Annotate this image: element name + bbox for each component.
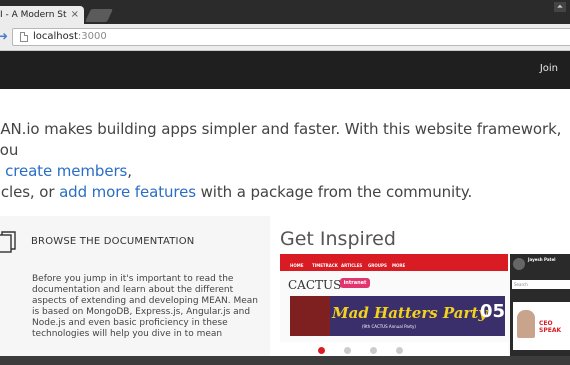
browser-tab-strip: I - A Modern St × ⏶ (0, 0, 570, 24)
ceo-photo (517, 310, 535, 338)
new-tab-button[interactable] (84, 9, 114, 22)
documentation-panel: BROWSE THE DOCUMENTATION Before you jump… (0, 216, 270, 356)
screenshot-avatar (513, 258, 525, 270)
hat-icon (290, 296, 330, 336)
intro-line-3-prefix: ticles, or (0, 183, 55, 201)
page-icon (20, 32, 28, 42)
grey-dot-icon (344, 347, 351, 354)
screenshot-search: Search (512, 280, 570, 289)
screenshot-nav-item: ARTICLES (341, 263, 363, 268)
window-control-icon[interactable]: ⏶ (554, 2, 566, 12)
banner-title: Mad Hatters Party (332, 304, 488, 322)
add-features-link[interactable]: add more features (59, 183, 196, 201)
intro-line-3-suffix: with a package from the community. (195, 183, 473, 201)
browser-toolbar: ➜ localhost:3000 (0, 24, 570, 51)
grey-dot-icon (396, 347, 403, 354)
ceo-label: CEO SPEAK (539, 320, 562, 334)
inspire-title: Get Inspired (280, 228, 396, 250)
screenshot-brand: CACTUS (288, 278, 342, 292)
tab-title: I - A Modern St (0, 10, 67, 20)
red-dot-icon (318, 347, 325, 354)
app-navbar: Join (0, 51, 570, 89)
create-members-link[interactable]: create members (5, 162, 127, 180)
screenshot-nav-item: TIMETRACK (312, 263, 338, 268)
screenshot-badge: intranet (340, 278, 370, 288)
browser-tab[interactable]: I - A Modern St × (0, 6, 84, 24)
intro-line-2-suffix: , (127, 162, 132, 180)
inspire-screenshot[interactable]: HOME TIMETRACK ARTICLES GROUPS MORE Jaye… (280, 254, 570, 359)
url-text: localhost:3000 (33, 31, 107, 43)
url-host: localhost (33, 31, 78, 42)
banner-date: 05 (480, 301, 506, 322)
screenshot-nav-item: MORE (392, 263, 406, 268)
banner-subtitle: (9th CACTUS Annual Party) (362, 324, 416, 329)
intro-line-3: ticles, or add more features with a pack… (0, 182, 570, 203)
join-link[interactable]: Join (540, 63, 558, 74)
screenshot-nav-item: GROUPS (368, 263, 387, 268)
screenshot-navbar: HOME TIMETRACK ARTICLES GROUPS MORE (280, 254, 508, 271)
intro-text: EAN.io makes building apps simpler and f… (0, 119, 570, 203)
bottom-scroll-strip (0, 356, 570, 365)
documentation-text: Before you jump in it's important to rea… (32, 274, 258, 339)
screenshot-nav-item: HOME (290, 263, 304, 268)
screenshot-banner: Mad Hatters Party (9th CACTUS Annual Par… (290, 296, 505, 336)
url-port: :3000 (77, 31, 107, 42)
intro-line-1: EAN.io makes building apps simpler and f… (0, 120, 562, 159)
address-bar[interactable]: localhost:3000 (12, 28, 570, 46)
documentation-title[interactable]: BROWSE THE DOCUMENTATION (31, 236, 194, 247)
back-icon[interactable]: ➜ (0, 29, 8, 43)
intro-line-2: n create members, (0, 161, 570, 182)
ceo-card: CEO SPEAK (513, 302, 570, 350)
grey-dot-icon (370, 347, 377, 354)
screenshot-user: Jayesh Patel (528, 257, 556, 262)
book-icon (0, 231, 16, 253)
close-icon[interactable]: × (71, 6, 79, 24)
